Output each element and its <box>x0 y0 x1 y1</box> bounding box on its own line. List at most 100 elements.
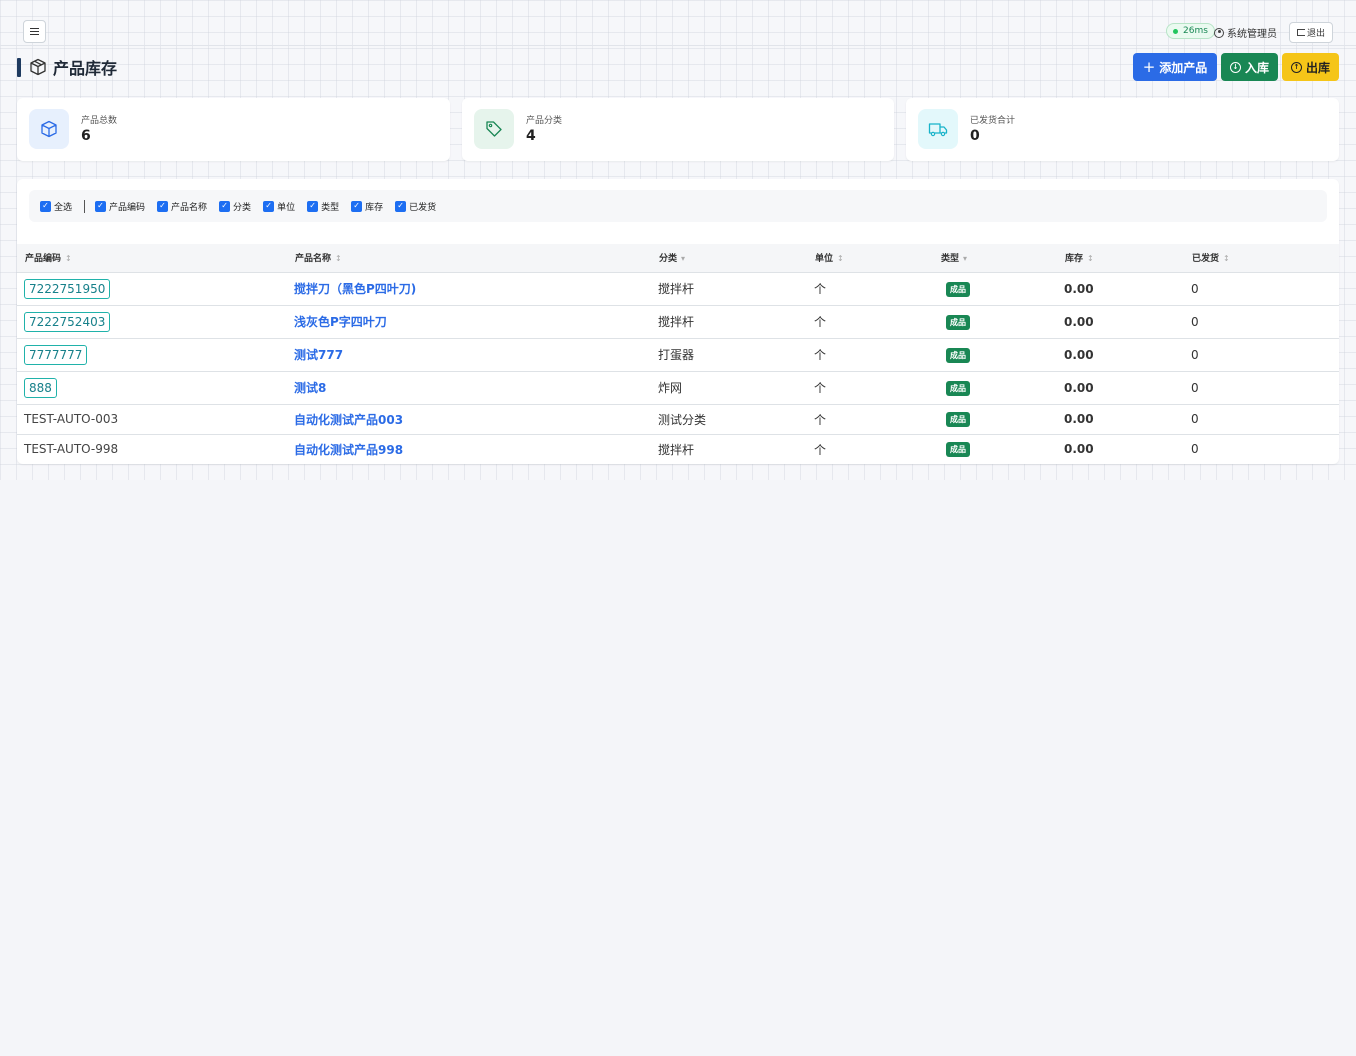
checkbox-checked-icon[interactable]: ✓ <box>40 200 51 212</box>
sort-icon: ↕ <box>335 254 342 264</box>
column-header-unit[interactable]: 单位 ↕ <box>807 244 933 273</box>
stat-value: 6 <box>81 128 91 144</box>
product-code-link[interactable]: 888 <box>24 377 57 398</box>
table-row: 7777777 测试777 打蛋器 个 成品 0.00 0 <box>17 338 1339 372</box>
toggle-unit[interactable]: ✓ 单位 <box>263 200 295 213</box>
stock-out-button[interactable]: ↑ 出库 <box>1282 53 1339 81</box>
product-table-panel: ✓ 全选 ✓ 产品编码 ✓ 产品名称 ✓ 分类 ✓ 单位 ✓ 类型 ✓ 库存 ✓ 已发货 产品… <box>17 179 1339 464</box>
stat-value: 0 <box>970 128 980 144</box>
toggle-label: 单位 <box>277 202 296 213</box>
table-row: TEST-AUTO-998 自动化测试产品998 搅拌杆 个 成品 0.00 0 <box>17 434 1339 464</box>
user-icon <box>1214 27 1224 38</box>
category-cell: 搅拌杆 <box>658 442 695 457</box>
box-icon <box>41 120 57 138</box>
category-cell: 搅拌杆 <box>651 305 807 339</box>
stat-icon-box <box>918 109 958 149</box>
latency-badge: 26ms <box>1166 23 1215 39</box>
stock-value: 0.00 <box>1064 314 1094 329</box>
column-header-code[interactable]: 产品编码 ↕ <box>17 244 287 273</box>
table-row: 888 测试8 炸网 个 成品 0.00 0 <box>17 371 1339 405</box>
header-label: 类型 <box>941 254 960 265</box>
shipped-cell: 0 <box>1191 442 1199 457</box>
toggle-type[interactable]: ✓ 类型 <box>307 200 339 213</box>
checkbox-checked-icon[interactable]: ✓ <box>351 200 363 212</box>
stock-in-button[interactable]: ↓ 入库 <box>1221 53 1278 81</box>
column-header-category[interactable]: 分类 ▾ <box>651 244 807 273</box>
product-name-link[interactable]: 测试8 <box>294 381 326 395</box>
product-name-link[interactable]: 自动化测试产品003 <box>294 413 403 427</box>
logout-icon <box>1296 29 1305 36</box>
product-name-link[interactable]: 自动化测试产品998 <box>294 443 403 457</box>
column-toggle-bar: ✓ 全选 ✓ 产品编码 ✓ 产品名称 ✓ 分类 ✓ 单位 ✓ 类型 ✓ 库存 ✓ 已发货 <box>29 190 1327 222</box>
arrow-up-circle-icon: ↑ <box>1290 61 1302 73</box>
unit-cell: 个 <box>807 338 933 372</box>
stat-label: 产品总数 <box>81 116 118 126</box>
shipped-cell: 0 <box>1184 371 1339 405</box>
stat-icon-box <box>29 109 69 149</box>
type-badge: 成品 <box>946 380 970 396</box>
truck-icon <box>928 123 948 137</box>
stock-out-label: 出库 <box>1305 60 1330 75</box>
toggle-label: 分类 <box>233 202 252 213</box>
checkbox-checked-icon[interactable]: ✓ <box>395 200 407 212</box>
stat-value: 4 <box>526 128 536 144</box>
toggle-name[interactable]: ✓ 产品名称 <box>157 200 207 213</box>
current-user[interactable]: 系统管理员 <box>1214 25 1277 40</box>
stock-in-label: 入库 <box>1244 60 1269 75</box>
toggle-label: 类型 <box>321 202 340 213</box>
table-row: 7222751950 搅拌刀（黑色P四叶刀) 搅拌杆 个 成品 0.00 0 <box>17 272 1339 306</box>
filter-caret-icon: ▾ <box>681 254 686 264</box>
shipped-cell: 0 <box>1184 404 1339 435</box>
sort-icon: ↕ <box>837 254 844 264</box>
product-code-link[interactable]: 7222751950 <box>24 278 111 299</box>
sidebar-toggle-button[interactable] <box>23 20 46 43</box>
toggle-select-all[interactable]: ✓ 全选 <box>40 200 72 213</box>
product-name-link[interactable]: 搅拌刀（黑色P四叶刀) <box>294 282 416 296</box>
toggle-stock[interactable]: ✓ 库存 <box>351 200 383 213</box>
header-label: 库存 <box>1065 254 1084 265</box>
checkbox-checked-icon[interactable]: ✓ <box>95 200 107 212</box>
table-row: 7222752403 浅灰色P字四叶刀 搅拌杆 个 成品 0.00 0 <box>17 305 1339 339</box>
checkbox-checked-icon[interactable]: ✓ <box>157 200 169 212</box>
column-header-name[interactable]: 产品名称 ↕ <box>287 244 651 273</box>
type-badge: 成品 <box>946 314 970 330</box>
stock-value: 0.00 <box>1064 281 1094 296</box>
unit-cell: 个 <box>814 442 827 457</box>
product-name-link[interactable]: 浅灰色P字四叶刀 <box>294 315 387 329</box>
unit-cell: 个 <box>807 404 933 435</box>
add-product-button[interactable]: + 添加产品 <box>1133 53 1217 81</box>
toggle-label: 已发货 <box>409 202 437 213</box>
checkbox-checked-icon[interactable]: ✓ <box>219 200 231 212</box>
arrow-down-circle-icon: ↓ <box>1229 61 1241 73</box>
header-label: 单位 <box>815 254 834 265</box>
sort-icon: ↕ <box>65 254 72 264</box>
title-accent-bar <box>17 57 21 77</box>
category-cell: 搅拌杆 <box>651 272 807 306</box>
add-product-label: 添加产品 <box>1159 60 1208 75</box>
logout-button[interactable]: 退出 <box>1289 22 1333 43</box>
sort-icon: ↕ <box>1087 254 1094 264</box>
toggle-code[interactable]: ✓ 产品编码 <box>95 200 145 213</box>
product-name-link[interactable]: 测试777 <box>294 348 343 362</box>
toggle-category[interactable]: ✓ 分类 <box>219 200 251 213</box>
stat-label: 已发货合计 <box>970 116 1016 126</box>
toggle-label: 全选 <box>54 202 73 213</box>
product-code-text: TEST-AUTO-003 <box>24 412 119 426</box>
checkbox-checked-icon[interactable]: ✓ <box>307 200 319 212</box>
product-code-link[interactable]: 7222752403 <box>24 311 111 332</box>
type-badge: 成品 <box>946 281 970 297</box>
header-label: 产品名称 <box>295 254 332 265</box>
checkbox-checked-icon[interactable]: ✓ <box>263 200 275 212</box>
stock-value: 0.00 <box>1064 412 1094 426</box>
stock-value: 0.00 <box>1064 347 1094 362</box>
filter-caret-icon: ▾ <box>963 254 968 264</box>
column-header-shipped[interactable]: 已发货 ↕ <box>1184 244 1339 273</box>
type-badge: 成品 <box>946 412 970 427</box>
category-cell: 测试分类 <box>651 404 807 435</box>
toggle-shipped[interactable]: ✓ 已发货 <box>395 200 436 213</box>
category-cell: 打蛋器 <box>651 338 807 372</box>
product-code-link[interactable]: 7777777 <box>24 344 88 365</box>
stat-label: 产品分类 <box>526 116 563 126</box>
column-header-type[interactable]: 类型 ▾ <box>933 244 1057 273</box>
column-header-stock[interactable]: 库存 ↕ <box>1057 244 1184 273</box>
